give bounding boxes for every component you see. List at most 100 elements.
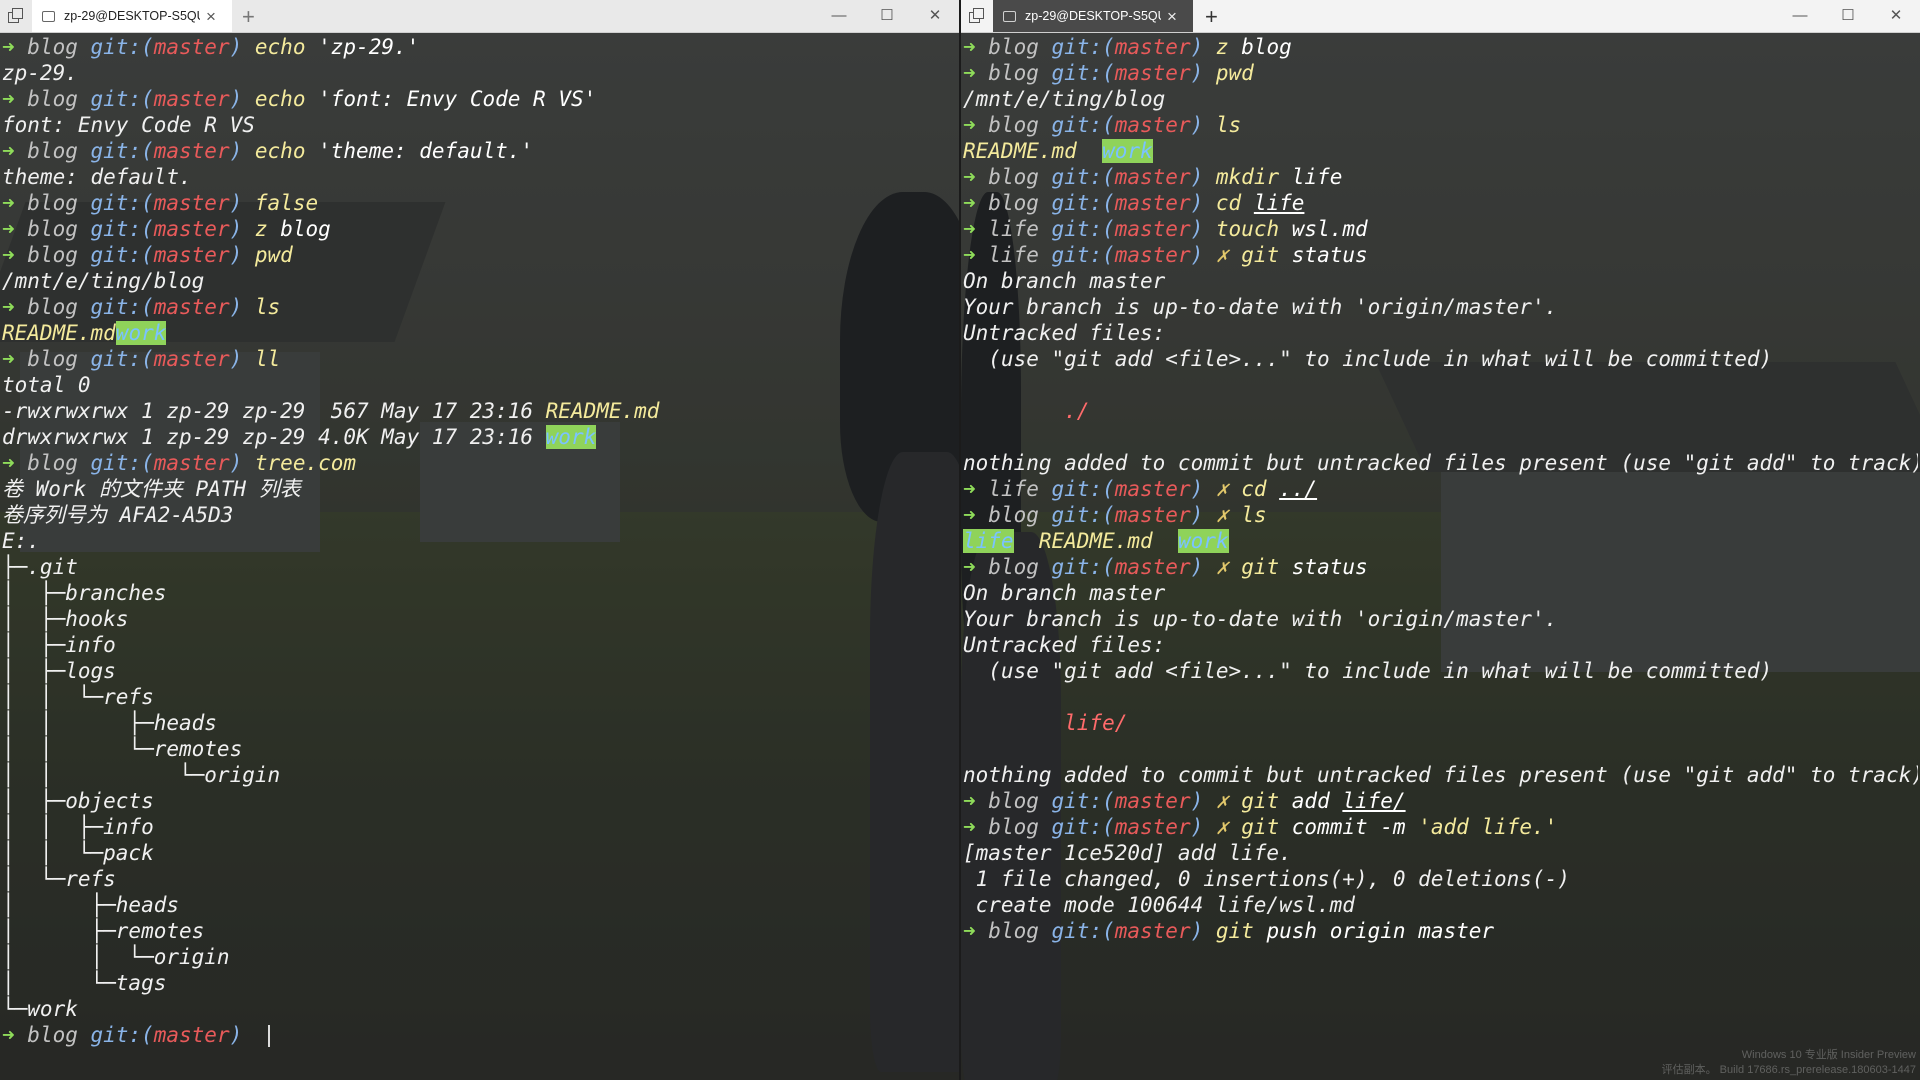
tab-session[interactable]: zp-29@DESKTOP-S5QU ×	[993, 0, 1193, 32]
file-entry: README.md	[1013, 529, 1178, 553]
prompt-branch: master	[1114, 503, 1191, 527]
prompt-git: )	[1190, 243, 1216, 267]
prompt-line: ➜ blog git:(master) ✗ git add life/	[963, 788, 1918, 814]
output-line: Your branch is up-to-date with 'origin/m…	[963, 606, 1918, 632]
command-arg: ../	[1279, 477, 1318, 501]
close-icon[interactable]: ×	[1167, 8, 1177, 25]
output-text: │ ├─hooks	[2, 607, 129, 631]
prompt-line: ➜ life git:(master) touch wsl.md	[963, 216, 1918, 242]
output-text: 卷 Work 的文件夹 PATH 列表	[2, 477, 301, 501]
plus-icon[interactable]: +	[242, 4, 255, 30]
prompt-arrow-icon: ➜	[2, 1023, 28, 1047]
command-arg: 'zp-29.'	[318, 35, 420, 59]
command-arg: 'font: Envy Code R VS'	[318, 87, 597, 111]
prompt-line: ➜ blog git:(master) mkdir life	[963, 164, 1918, 190]
prompt-git: git:(	[1051, 113, 1115, 137]
command-string: 'add life.'	[1418, 815, 1558, 839]
prompt-arrow-icon: ➜	[963, 919, 989, 943]
prompt-branch: master	[1114, 815, 1191, 839]
plus-icon[interactable]: +	[1205, 4, 1218, 30]
output-line: [master 1ce520d] add life.	[963, 840, 1918, 866]
output-text: │ ├─objects	[2, 789, 154, 813]
command-arg: life	[1253, 191, 1305, 215]
prompt-line: ➜ blog git:(master) false	[2, 190, 957, 216]
output-text: nothing added to commit but untracked fi…	[963, 763, 1918, 787]
close-icon[interactable]: ×	[206, 8, 216, 25]
maximize-icon[interactable]: ☐	[863, 0, 911, 32]
prompt-git: )	[1190, 61, 1216, 85]
minimize-icon[interactable]: —	[815, 0, 863, 32]
command: git	[1241, 815, 1280, 839]
prompt-git: git:(	[1051, 243, 1115, 267]
tab-session[interactable]: zp-29@DESKTOP-S5QU ×	[32, 0, 232, 32]
prompt-git: git:(	[90, 451, 154, 475]
directory-entry: life	[963, 529, 1014, 553]
prompt-directory: life	[988, 243, 1052, 267]
output-line: │ ├─hooks	[2, 606, 957, 632]
command-arg: wsl.md	[1291, 217, 1368, 241]
command: cd	[1215, 191, 1242, 215]
output-line: │ ├─objects	[2, 788, 957, 814]
prompt-branch: master	[1114, 191, 1191, 215]
output-text: 1 file changed, 0 insertions(+), 0 delet…	[963, 867, 1570, 891]
prompt-git: git:(	[1051, 191, 1115, 215]
terminal-output[interactable]: ➜ blog git:(master) z blog ➜ blog git:(ma…	[963, 34, 1918, 1074]
output-text: │ └─refs	[2, 867, 116, 891]
output-text: │ │ └─refs	[2, 685, 154, 709]
prompt-directory: blog	[27, 451, 91, 475]
prompt-line: ➜ blog git:(master) ls	[963, 112, 1918, 138]
prompt-directory: life	[988, 217, 1052, 241]
terminal-output[interactable]: ➜ blog git:(master) echo 'zp-29.' zp-29. ➜…	[2, 34, 957, 1074]
prompt-arrow-icon: ➜	[963, 555, 989, 579]
output-line: │ │ ├─heads	[2, 710, 957, 736]
prompt-arrow-icon: ➜	[2, 191, 28, 215]
prompt-git: )	[229, 451, 255, 475]
prompt-line: ➜ blog git:(master) cd life	[963, 190, 1918, 216]
prompt-git: git:(	[1051, 555, 1115, 579]
prompt-directory: blog	[988, 191, 1052, 215]
terminal-window-right[interactable]: zp-29@DESKTOP-S5QU × + — ☐ ✕ ➜ blog git:…	[961, 0, 1920, 1080]
directory-entry: work	[545, 425, 597, 449]
prompt-line: ➜ blog git:(master) pwd	[2, 242, 957, 268]
output-text: │ ├─logs	[2, 659, 116, 683]
prompt-git: git:(	[1051, 61, 1115, 85]
close-window-icon[interactable]: ✕	[1872, 0, 1920, 32]
prompt-directory: blog	[27, 295, 91, 319]
prompt-branch: master	[153, 87, 230, 111]
directory-entry: work	[1177, 529, 1229, 553]
prompt-line: ➜ blog git:(master)	[2, 1022, 957, 1048]
output-text: (use "git add <file>..." to include in w…	[963, 659, 1773, 683]
prompt-git: )	[1190, 503, 1216, 527]
prompt-git: git:(	[1051, 477, 1115, 501]
tab-title: zp-29@DESKTOP-S5QU	[64, 9, 200, 23]
tab-title: zp-29@DESKTOP-S5QU	[1025, 9, 1161, 23]
directory-entry: work	[115, 321, 167, 345]
command-arg: add	[1291, 789, 1330, 813]
prompt-git: git:(	[90, 1023, 154, 1047]
output-line: │ │ └─pack	[2, 840, 957, 866]
close-window-icon[interactable]: ✕	[911, 0, 959, 32]
output-line: │ │ └─remotes	[2, 736, 957, 762]
minimize-icon[interactable]: —	[1776, 0, 1824, 32]
prompt-branch: master	[153, 191, 230, 215]
prompt-directory: blog	[988, 113, 1052, 137]
output-line: E:.	[2, 528, 957, 554]
tab-switcher-icon[interactable]	[6, 6, 26, 26]
maximize-icon[interactable]: ☐	[1824, 0, 1872, 32]
command-arg: life	[1291, 165, 1343, 189]
command: touch	[1215, 217, 1280, 241]
prompt-git: )	[1190, 35, 1216, 59]
windows-watermark: Windows 10 专业版 Insider Preview 评估副本。 Bui…	[1662, 1048, 1916, 1078]
command: ll	[254, 347, 281, 371]
terminal-window-left[interactable]: zp-29@DESKTOP-S5QU × + — ☐ ✕ ➜ blog git:…	[0, 0, 959, 1080]
prompt-git: git:(	[90, 217, 154, 241]
output-text: drwxrwxrwx 1 zp-29 zp-29 4.0K May 17 23:…	[2, 425, 546, 449]
tab-switcher-icon[interactable]	[967, 6, 987, 26]
output-text: -rwxrwxrwx 1 zp-29 zp-29 567 May 17 23:1…	[2, 399, 546, 423]
